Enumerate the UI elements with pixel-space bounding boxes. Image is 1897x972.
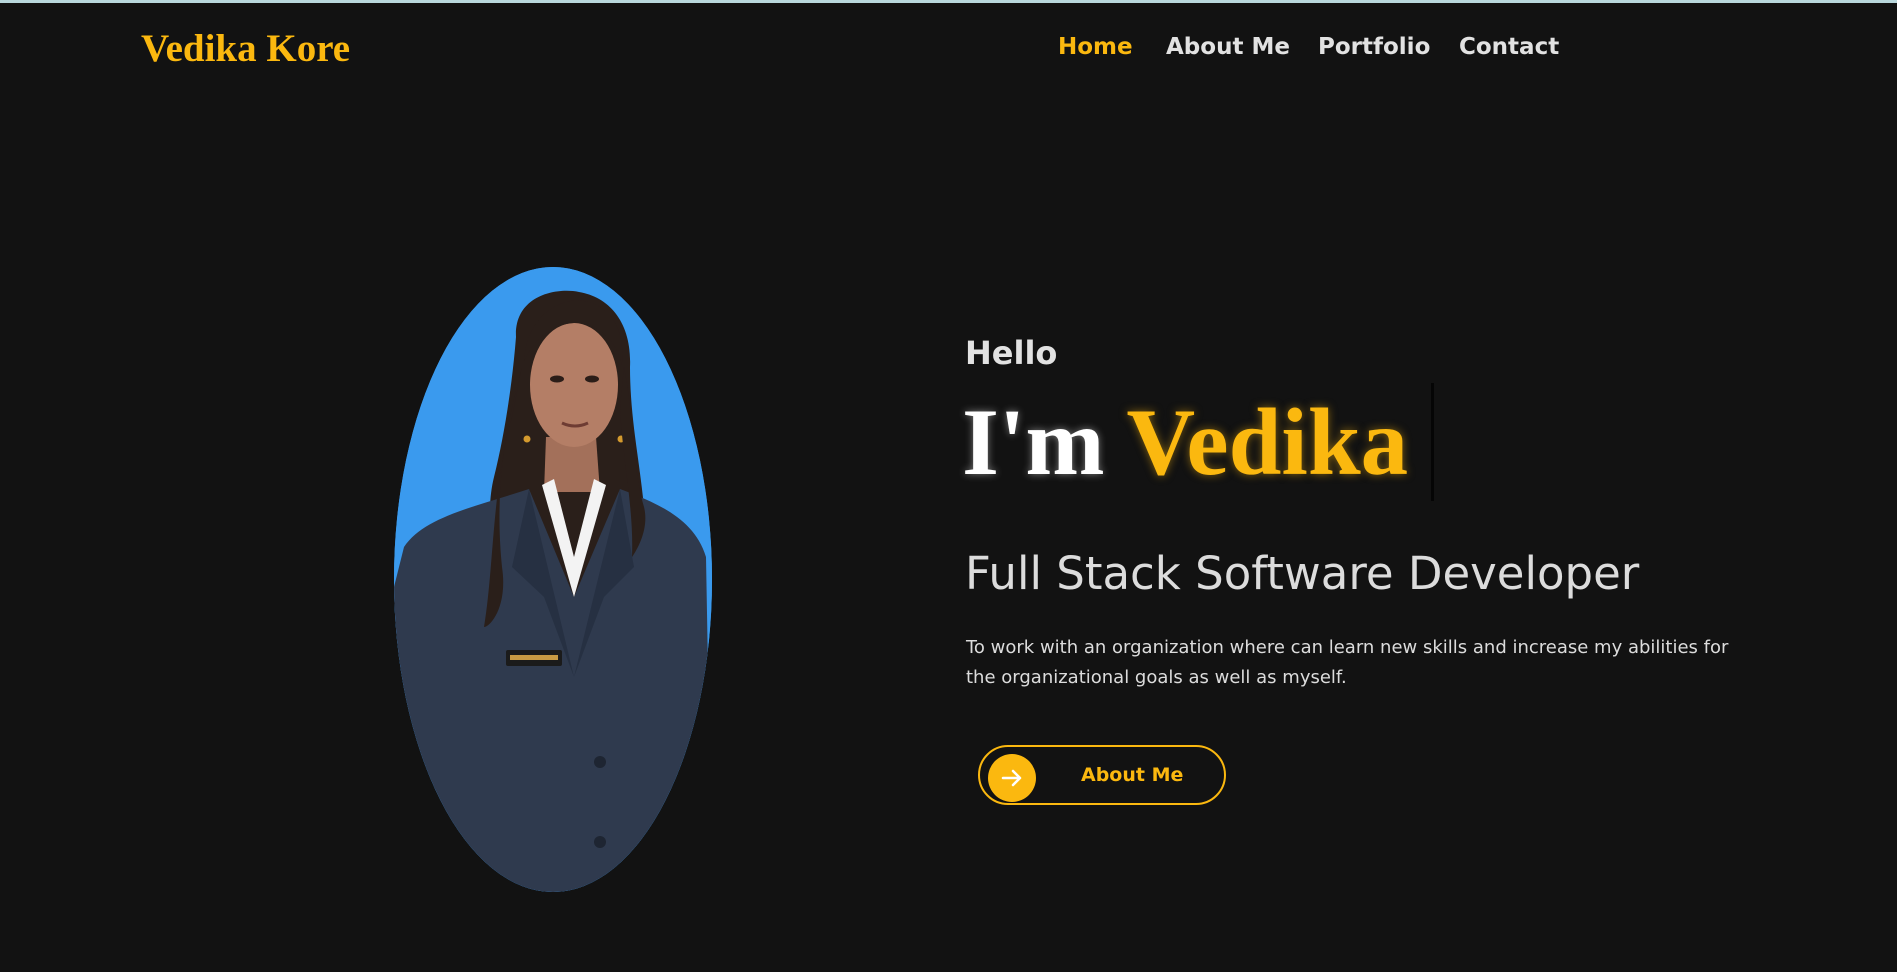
profile-photo [394,267,712,892]
typing-cursor [1431,383,1434,501]
nav-link-portfolio[interactable]: Portfolio [1318,30,1430,64]
profile-photo-illustration [394,267,712,892]
brand-logo-text[interactable]: Vedika Kore [141,23,350,75]
nav-link-about-me[interactable]: About Me [1166,30,1290,64]
window-top-edge [0,0,1897,3]
about-me-button[interactable]: About Me [978,745,1226,805]
greeting-text: Hello [965,334,1058,372]
nav-link-contact[interactable]: Contact [1459,30,1559,64]
headline-name: Vedika [1126,389,1409,495]
role-title: Full Stack Software Developer [965,547,1640,600]
objective-text: To work with an organization where can l… [966,637,1729,688]
about-me-button-label: About Me [1081,764,1184,786]
arrow-right-icon [988,754,1036,802]
hero-headline: I'm Vedika [962,384,1408,500]
headline-intro: I'm [962,389,1105,495]
nav-link-home[interactable]: Home [1058,30,1133,64]
